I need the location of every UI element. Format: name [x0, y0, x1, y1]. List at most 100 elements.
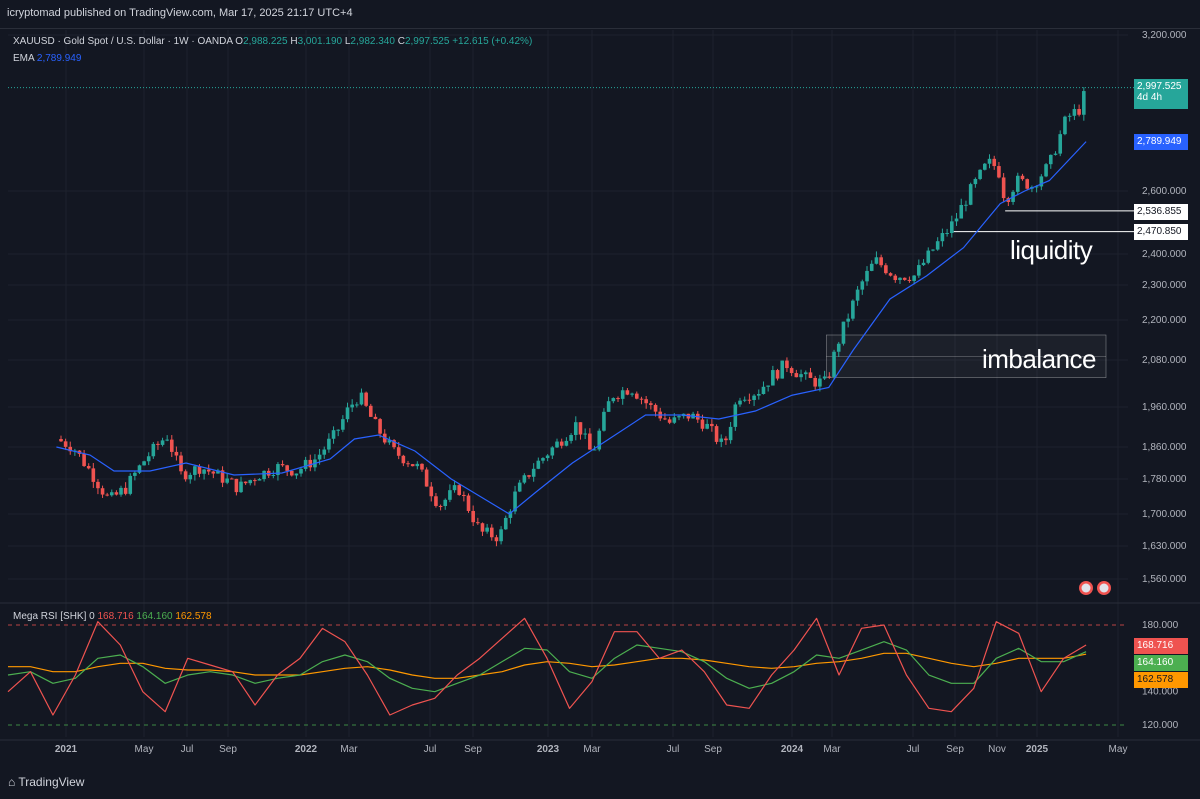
candle-body — [1072, 109, 1077, 116]
candle-body — [527, 475, 531, 477]
candle-body — [794, 373, 799, 378]
candle-body — [606, 401, 611, 412]
level-tag-2-value: 2,470.850 — [1137, 226, 1182, 237]
published-text: icryptomad published on TradingView.com,… — [7, 7, 353, 19]
candle-body — [874, 257, 879, 264]
y-tick-label: 1,700.000 — [1142, 509, 1187, 520]
event-flag-inner-icon — [1099, 583, 1109, 593]
candle-body — [950, 221, 954, 234]
candle-body — [1067, 115, 1072, 117]
candle-body — [639, 398, 644, 400]
candle-body — [434, 496, 438, 506]
candle-body — [935, 241, 940, 250]
candle-body — [137, 465, 142, 473]
candle-body — [714, 426, 719, 442]
candle-body — [100, 488, 105, 495]
footer: ⌂ TradingView — [0, 768, 1200, 799]
rsi-value-3: 162.578 — [175, 611, 212, 622]
candle-body — [289, 470, 294, 476]
candle-body — [1077, 109, 1081, 115]
candle-body — [677, 416, 681, 418]
candle-body — [700, 419, 705, 429]
candle-body — [569, 434, 573, 441]
rsi-value-2: 164.160 — [136, 611, 173, 622]
candle-body — [378, 419, 382, 434]
candle-body — [1082, 91, 1086, 115]
candle-body — [578, 422, 583, 435]
change-value: +12.615 (+0.42%) — [452, 36, 533, 47]
ema-legend: EMA 2,789.949 — [13, 53, 81, 64]
candle-body — [855, 289, 860, 301]
candle-body — [728, 426, 733, 441]
candle-body — [476, 522, 480, 524]
candle-body — [536, 460, 541, 469]
ema-price-tag: 2,789.949 — [1134, 134, 1188, 150]
candle-body — [822, 376, 827, 379]
candle-body — [429, 486, 434, 497]
candle-body — [327, 438, 331, 450]
candle-body — [1048, 154, 1053, 165]
candle-body — [545, 455, 550, 459]
candle-body — [225, 478, 229, 483]
rsi-tick-label: 180.000 — [1142, 620, 1179, 631]
candle-body — [766, 385, 770, 387]
candle-body — [415, 463, 420, 467]
candle-body — [457, 485, 462, 495]
x-tick-label: Jul — [667, 744, 680, 755]
candle-body — [973, 178, 978, 185]
candle-body — [271, 475, 276, 477]
close-value: 2,997.525 — [404, 36, 450, 47]
candle-body — [169, 439, 174, 452]
rsi-tag-1-value: 168.716 — [1137, 640, 1174, 651]
candle-body — [396, 447, 401, 456]
candle-body — [832, 351, 836, 377]
candle-body — [907, 279, 912, 281]
candle-body — [499, 529, 503, 542]
candle-body — [294, 473, 299, 476]
candle-body — [406, 463, 410, 465]
candle-body — [317, 454, 322, 460]
candle-body — [424, 469, 429, 487]
x-tick-label: May — [1109, 744, 1128, 755]
x-tick-label: 2021 — [55, 744, 78, 755]
candle-body — [818, 378, 822, 387]
candle-body — [761, 386, 766, 394]
bar-countdown: 4d 4h — [1137, 92, 1163, 103]
candle-body — [742, 399, 747, 401]
x-tick-label: 2023 — [537, 744, 560, 755]
candle-body — [559, 441, 564, 446]
level-tag-1-value: 2,536.855 — [1137, 206, 1182, 217]
x-tick-label: Mar — [583, 744, 601, 755]
candle-body — [253, 480, 257, 482]
candle-body — [489, 527, 494, 538]
rsi-name[interactable]: Mega RSI [SHK] — [13, 611, 86, 622]
candle-body — [808, 372, 813, 378]
rsi-value-1: 168.716 — [97, 611, 134, 622]
candle-body — [841, 321, 846, 344]
candle-body — [992, 158, 997, 167]
symbol-text[interactable]: XAUUSD · Gold Spot / U.S. Dollar · 1W · … — [13, 36, 233, 47]
candle-body — [211, 471, 216, 474]
candle-body — [756, 393, 761, 396]
candle-body — [780, 360, 785, 379]
candle-body — [156, 443, 160, 445]
rsi-tag-2: 164.160 — [1134, 655, 1188, 671]
candle-body — [860, 281, 865, 290]
candle-body — [789, 368, 794, 374]
ema-label[interactable]: EMA — [13, 53, 34, 64]
candle-body — [630, 393, 634, 395]
x-tick-label: Mar — [340, 744, 358, 755]
rsi-tag-2-value: 164.160 — [1137, 657, 1174, 668]
candle-body — [667, 419, 672, 423]
y-tick-label: 2,200.000 — [1142, 315, 1187, 326]
candle-body — [503, 517, 508, 530]
price-chart[interactable]: 3,200.000 2,600.000 2,400.000 2,300.000 2,20… — [0, 0, 1200, 799]
candle-body — [893, 275, 898, 281]
tradingview-logo[interactable]: ⌂ TradingView — [8, 775, 84, 789]
symbol-legend: XAUUSD · Gold Spot / U.S. Dollar · 1W · … — [13, 36, 532, 47]
candle-body — [926, 250, 931, 263]
candle-body — [341, 419, 345, 430]
candle-body — [884, 265, 888, 274]
candle-body — [96, 481, 100, 489]
candle-body — [602, 411, 606, 431]
